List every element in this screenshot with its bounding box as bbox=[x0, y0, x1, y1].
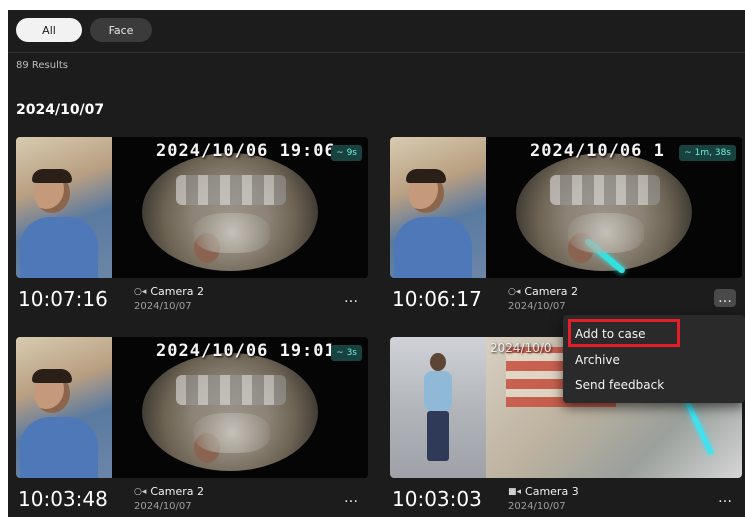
tilde-icon: ~ bbox=[336, 348, 347, 358]
duration-text: 1m, 38s bbox=[694, 148, 731, 158]
tilde-icon: ~ bbox=[684, 148, 695, 158]
video-timestamp: 2024/10/0 bbox=[490, 341, 552, 355]
event-thumbnail[interactable]: 2024/10/06 19:01 ~ 3s bbox=[16, 337, 368, 478]
filter-chips: All Face bbox=[16, 18, 152, 42]
event-time: 10:03:48 bbox=[18, 487, 108, 511]
filter-chip-all[interactable]: All bbox=[16, 18, 82, 42]
tilde-icon: ~ bbox=[336, 148, 347, 158]
more-options-button[interactable]: … bbox=[340, 289, 362, 307]
event-meta: 10:07:16 ○◂ Camera 2 2024/10/07 … bbox=[16, 285, 368, 315]
more-horizontal-icon: … bbox=[344, 290, 358, 306]
event-card[interactable]: 2024/10/06 19:01 ~ 3s 10:03:48 ○◂ Camera… bbox=[16, 337, 368, 517]
duration-badge: ~ 3s bbox=[331, 345, 362, 361]
camera-label: ○◂ Camera 2 bbox=[134, 285, 204, 298]
camera-label: ○◂ Camera 2 bbox=[134, 485, 204, 498]
event-meta: 10:06:17 ○◂ Camera 2 2024/10/07 … bbox=[390, 285, 742, 315]
event-thumbnail[interactable]: 2024/10/06 1 ~ 1m, 38s bbox=[390, 137, 742, 278]
video-timestamp: 2024/10/06 19:06 bbox=[156, 141, 336, 161]
menu-item-send-feedback[interactable]: Send feedback bbox=[575, 378, 664, 392]
search-results-panel: All Face 89 Results 2024/10/07 2024/10/0… bbox=[8, 10, 745, 517]
duration-text: 9s bbox=[346, 148, 357, 158]
event-time: 10:07:16 bbox=[18, 287, 108, 311]
more-options-button[interactable]: … bbox=[340, 489, 362, 507]
date-heading: 2024/10/07 bbox=[16, 102, 105, 118]
more-horizontal-icon: … bbox=[718, 290, 732, 306]
event-date: 2024/10/07 bbox=[134, 501, 192, 512]
event-date: 2024/10/07 bbox=[508, 501, 566, 512]
camera-name: Camera 2 bbox=[150, 485, 205, 498]
video-timestamp: 2024/10/06 1 bbox=[530, 141, 665, 161]
duration-badge: ~ 9s bbox=[331, 145, 362, 161]
event-card[interactable]: 2024/10/06 1 ~ 1m, 38s 10:06:17 ○◂ Camer… bbox=[390, 137, 742, 317]
camera-icon: ○◂ bbox=[134, 286, 147, 297]
menu-item-add-to-case[interactable]: Add to case bbox=[575, 327, 646, 341]
menu-item-archive[interactable]: Archive bbox=[575, 353, 620, 367]
more-options-button[interactable]: … bbox=[714, 489, 736, 507]
camera-name: Camera 3 bbox=[525, 485, 579, 498]
camera-name: Camera 2 bbox=[524, 285, 579, 298]
duration-text: 3s bbox=[346, 348, 357, 358]
more-options-button[interactable]: … bbox=[714, 289, 736, 307]
person-crop-image bbox=[390, 137, 486, 278]
event-date: 2024/10/07 bbox=[134, 301, 192, 312]
event-meta: 10:03:03 ■◂ Camera 3 2024/10/07 … bbox=[390, 485, 742, 515]
more-horizontal-icon: … bbox=[344, 490, 358, 506]
camera-label: ○◂ Camera 2 bbox=[508, 285, 578, 298]
results-count: 89 Results bbox=[16, 60, 69, 71]
filter-chip-face[interactable]: Face bbox=[90, 18, 152, 42]
more-horizontal-icon: … bbox=[718, 490, 732, 506]
duration-badge: ~ 1m, 38s bbox=[679, 145, 736, 161]
camera-name: Camera 2 bbox=[150, 285, 205, 298]
event-time: 10:06:17 bbox=[392, 287, 482, 311]
camera-icon: ○◂ bbox=[508, 286, 521, 297]
event-meta: 10:03:48 ○◂ Camera 2 2024/10/07 … bbox=[16, 485, 368, 515]
event-thumbnail[interactable]: 2024/10/06 19:06 ~ 9s bbox=[16, 137, 368, 278]
camera-label: ■◂ Camera 3 bbox=[508, 485, 579, 498]
divider bbox=[8, 52, 745, 53]
event-time: 10:03:03 bbox=[392, 487, 482, 511]
event-date: 2024/10/07 bbox=[508, 301, 566, 312]
event-card[interactable]: 2024/10/06 19:06 ~ 9s 10:07:16 ○◂ Camera… bbox=[16, 137, 368, 317]
video-timestamp: 2024/10/06 19:01 bbox=[156, 341, 336, 361]
person-crop-image bbox=[16, 137, 112, 278]
person-crop-image bbox=[390, 337, 486, 478]
camera-icon: ○◂ bbox=[134, 486, 147, 497]
video-icon: ■◂ bbox=[508, 486, 522, 497]
person-crop-image bbox=[16, 337, 112, 478]
context-menu: Add to case Archive Send feedback bbox=[563, 315, 745, 403]
